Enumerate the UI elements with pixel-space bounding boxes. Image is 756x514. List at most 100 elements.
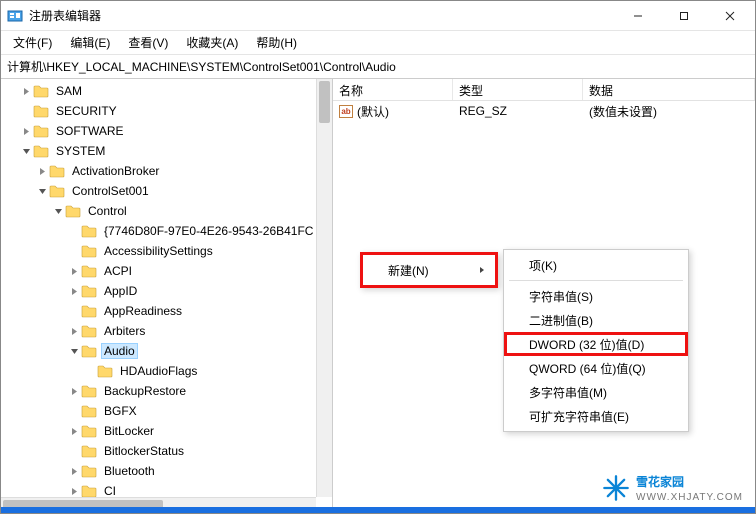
collapse-icon[interactable] bbox=[67, 344, 81, 358]
menu-view[interactable]: 查看(V) bbox=[120, 32, 176, 53]
expand-icon[interactable] bbox=[19, 124, 33, 138]
tree-node-accessibility[interactable]: AccessibilitySettings bbox=[3, 241, 332, 261]
expand-icon[interactable] bbox=[67, 284, 81, 298]
expand-icon[interactable] bbox=[67, 324, 81, 338]
tree-node-bgfx[interactable]: BGFX bbox=[3, 401, 332, 421]
context-menu-item-multistring[interactable]: 多字符串值(M) bbox=[507, 380, 685, 404]
tree-node-security[interactable]: SECURITY bbox=[3, 101, 332, 121]
context-menu-item-binary[interactable]: 二进制值(B) bbox=[507, 308, 685, 332]
tree-node-arbiters[interactable]: Arbiters bbox=[3, 321, 332, 341]
tree-label: ActivationBroker bbox=[69, 163, 162, 179]
expand-icon[interactable] bbox=[35, 164, 49, 178]
folder-icon bbox=[81, 264, 97, 278]
folder-icon bbox=[81, 464, 97, 478]
watermark-sub: WWW.XHJATY.COM bbox=[636, 492, 743, 503]
address-text: 计算机\HKEY_LOCAL_MACHINE\SYSTEM\ControlSet… bbox=[7, 58, 396, 75]
value-data: (数值未设置) bbox=[583, 103, 755, 120]
tree-node-control[interactable]: Control bbox=[3, 201, 332, 221]
tree-node-activationbroker[interactable]: ActivationBroker bbox=[3, 161, 332, 181]
context-menu-item-string[interactable]: 字符串值(S) bbox=[507, 284, 685, 308]
tree-node-backuprestore[interactable]: BackupRestore bbox=[3, 381, 332, 401]
folder-icon bbox=[81, 304, 97, 318]
tree-label: AppID bbox=[101, 283, 140, 299]
registry-editor-window: 注册表编辑器 文件(F) 编辑(E) 查看(V) 收藏夹(A) 帮助(H) 计算… bbox=[0, 0, 756, 514]
tree-label: ACPI bbox=[101, 263, 135, 279]
tree-node-hdaudioflags[interactable]: HDAudioFlags bbox=[3, 361, 332, 381]
tree-node-acpi[interactable]: ACPI bbox=[3, 261, 332, 281]
values-header: 名称 类型 数据 bbox=[333, 79, 755, 101]
menu-help[interactable]: 帮助(H) bbox=[248, 32, 305, 53]
tree-pane: SAM SECURITY SOFTWARE SYSTEM ActivationBroke… bbox=[1, 79, 333, 513]
tree-node-audio[interactable]: Audio bbox=[3, 341, 332, 361]
context-menu-item-new[interactable]: 新建(N) bbox=[366, 258, 492, 282]
value-row[interactable]: ab (默认) REG_SZ (数值未设置) bbox=[333, 101, 755, 121]
context-menu-separator bbox=[509, 280, 683, 281]
expand-icon[interactable] bbox=[67, 464, 81, 478]
window-title: 注册表编辑器 bbox=[29, 7, 615, 24]
folder-icon bbox=[81, 384, 97, 398]
folder-icon bbox=[33, 144, 49, 158]
string-value-icon: ab bbox=[339, 105, 353, 118]
context-menu-item-expandstring[interactable]: 可扩充字符串值(E) bbox=[507, 404, 685, 428]
folder-icon bbox=[65, 204, 81, 218]
folder-icon bbox=[81, 404, 97, 418]
context-menu-item-qword[interactable]: QWORD (64 位)值(Q) bbox=[507, 356, 685, 380]
menu-file[interactable]: 文件(F) bbox=[5, 32, 60, 53]
expand-icon[interactable] bbox=[67, 264, 81, 278]
folder-icon bbox=[81, 244, 97, 258]
tree-node-bluetooth[interactable]: Bluetooth bbox=[3, 461, 332, 481]
tree-node-appid[interactable]: AppID bbox=[3, 281, 332, 301]
column-data[interactable]: 数据 bbox=[583, 79, 755, 100]
tree-node-bitlockerstatus[interactable]: BitlockerStatus bbox=[3, 441, 332, 461]
expand-icon[interactable] bbox=[67, 424, 81, 438]
tree-label: BitLocker bbox=[101, 423, 157, 439]
tree-label: Arbiters bbox=[101, 323, 148, 339]
tree-node-software[interactable]: SOFTWARE bbox=[3, 121, 332, 141]
tree-label: SECURITY bbox=[53, 103, 120, 119]
tree-node-appreadiness[interactable]: AppReadiness bbox=[3, 301, 332, 321]
tree-label: Control bbox=[85, 203, 130, 219]
values-list[interactable]: ab (默认) REG_SZ (数值未设置) 新建(N) bbox=[333, 101, 755, 513]
tree-node-bitlocker[interactable]: BitLocker bbox=[3, 421, 332, 441]
collapse-icon[interactable] bbox=[51, 204, 65, 218]
content-panes: SAM SECURITY SOFTWARE SYSTEM ActivationBroke… bbox=[1, 79, 755, 513]
expand-icon[interactable] bbox=[19, 84, 33, 98]
maximize-button[interactable] bbox=[661, 1, 707, 31]
values-pane: 名称 类型 数据 ab (默认) REG_SZ (数值未设置) 新建(N) bbox=[333, 79, 755, 513]
scrollbar-thumb[interactable] bbox=[319, 81, 330, 123]
tree-label: AccessibilitySettings bbox=[101, 243, 216, 259]
tree-node-ci[interactable]: CI bbox=[3, 481, 332, 497]
tree-node-sam[interactable]: SAM bbox=[3, 81, 332, 101]
address-bar[interactable]: 计算机\HKEY_LOCAL_MACHINE\SYSTEM\ControlSet… bbox=[1, 55, 755, 79]
context-menu-item-dword[interactable]: DWORD (32 位)值(D) bbox=[504, 332, 688, 356]
watermark: 雪花家园 WWW.XHJATY.COM bbox=[602, 473, 743, 503]
tree-label: SYSTEM bbox=[53, 143, 108, 159]
menubar: 文件(F) 编辑(E) 查看(V) 收藏夹(A) 帮助(H) bbox=[1, 31, 755, 55]
context-menu-new: 新建(N) bbox=[360, 252, 498, 288]
regedit-icon bbox=[7, 8, 23, 24]
column-name[interactable]: 名称 bbox=[333, 79, 453, 100]
minimize-button[interactable] bbox=[615, 1, 661, 31]
tree-node-guid[interactable]: {7746D80F-97E0-4E26-9543-26B41FC bbox=[3, 221, 332, 241]
tree-label: Bluetooth bbox=[101, 463, 158, 479]
tree-node-controlset001[interactable]: ControlSet001 bbox=[3, 181, 332, 201]
menu-edit[interactable]: 编辑(E) bbox=[62, 32, 118, 53]
tree-label: CI bbox=[101, 483, 119, 497]
column-type[interactable]: 类型 bbox=[453, 79, 583, 100]
expand-icon[interactable] bbox=[67, 384, 81, 398]
menu-favorites[interactable]: 收藏夹(A) bbox=[178, 32, 246, 53]
titlebar: 注册表编辑器 bbox=[1, 1, 755, 31]
folder-icon bbox=[49, 164, 65, 178]
close-button[interactable] bbox=[707, 1, 753, 31]
bottom-taskbar-strip bbox=[1, 507, 755, 513]
folder-icon bbox=[81, 284, 97, 298]
collapse-icon[interactable] bbox=[19, 144, 33, 158]
tree-vertical-scrollbar[interactable] bbox=[316, 79, 332, 497]
tree-node-system[interactable]: SYSTEM bbox=[3, 141, 332, 161]
registry-tree[interactable]: SAM SECURITY SOFTWARE SYSTEM ActivationBroke… bbox=[1, 79, 332, 497]
expand-icon[interactable] bbox=[67, 484, 81, 497]
context-menu-item-key[interactable]: 项(K) bbox=[507, 253, 685, 277]
tree-label: ControlSet001 bbox=[69, 183, 152, 199]
collapse-icon[interactable] bbox=[35, 184, 49, 198]
context-submenu-new: 项(K) 字符串值(S) 二进制值(B) DWORD (32 位)值(D) QW… bbox=[503, 249, 689, 432]
